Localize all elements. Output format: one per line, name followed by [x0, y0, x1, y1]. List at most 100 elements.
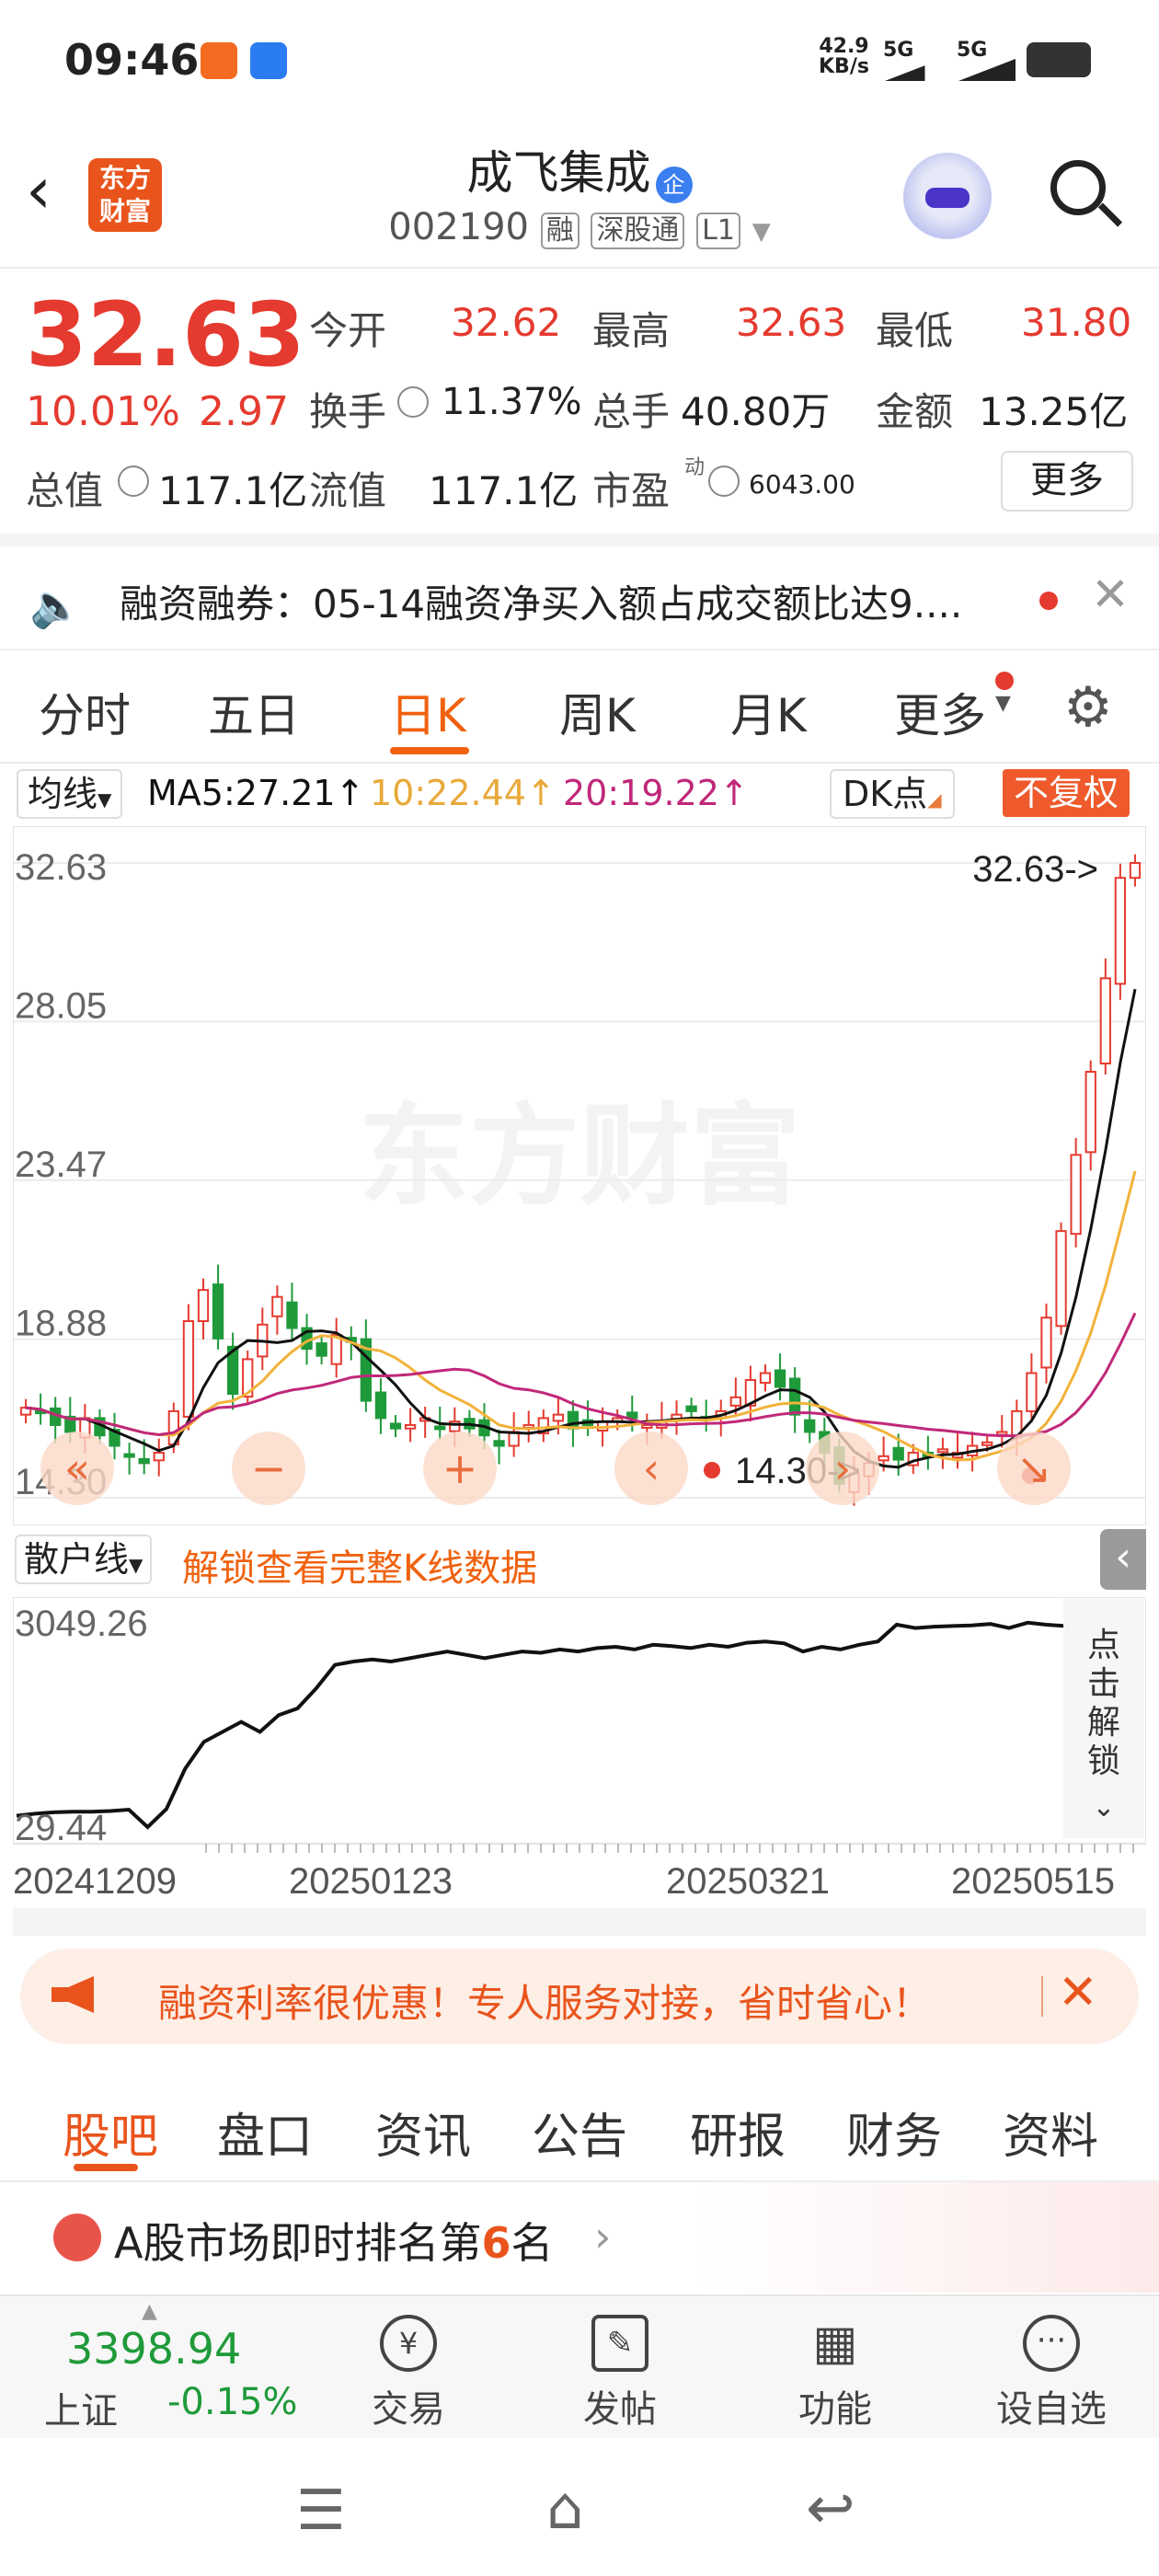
high-value: 32.63: [736, 300, 847, 345]
y-tick-label: 32.63: [15, 847, 107, 888]
collapse-left-icon[interactable]: ‹: [1100, 1529, 1146, 1590]
adjust-mode-button[interactable]: 不复权: [1003, 769, 1130, 817]
float-cap-label: 流值: [309, 468, 387, 513]
turnover-value: 11.37%: [442, 381, 582, 423]
candle-body: [1084, 1070, 1096, 1154]
date-label: 20241209: [13, 1861, 177, 1902]
quote-panel: 32.63 10.01% 2.97 今开 32.62 最高 32.63 最低 3…: [0, 267, 1159, 546]
index-change[interactable]: -0.15%: [167, 2381, 298, 2423]
candle-body: [493, 1440, 505, 1447]
add-watchlist-button[interactable]: ··· 设自选: [992, 2315, 1111, 2432]
grid-icon: ▦: [812, 2316, 858, 2371]
y-tick-label: 18.88: [15, 1304, 107, 1344]
indicator-select[interactable]: 散户线▼: [15, 1535, 153, 1584]
settings-icon[interactable]: ⚙: [1063, 675, 1113, 740]
candle-body: [197, 1289, 210, 1323]
low-marker-dot: [704, 1462, 720, 1478]
tab-5day[interactable]: 五日: [208, 679, 300, 745]
index-value[interactable]: 3398.94: [66, 2324, 241, 2374]
candle-body: [567, 1410, 580, 1430]
robot-assistant-icon[interactable]: [903, 153, 992, 241]
back-nav-icon[interactable]: ↩: [806, 2475, 855, 2543]
tab-guba[interactable]: 股吧: [63, 2098, 158, 2167]
info-icon[interactable]: [397, 386, 429, 418]
stock-code: 002190: [388, 206, 529, 248]
tab-announcements[interactable]: 公告: [532, 2098, 627, 2167]
zoom-in-button[interactable]: +: [423, 1432, 497, 1505]
pe-value: 6043.00: [749, 469, 855, 500]
svg-text:‹: ‹: [643, 1443, 660, 1493]
candle-body: [626, 1411, 638, 1420]
info-icon[interactable]: [118, 466, 149, 497]
sim2-label: 5G: [957, 39, 988, 62]
open-value: 32.62: [451, 300, 562, 345]
active-tab-indicator: [390, 747, 469, 754]
info-icon[interactable]: [708, 466, 740, 497]
tab-more[interactable]: 更多: [894, 679, 986, 745]
float-cap-value: 117.1亿: [429, 468, 579, 513]
divider: [1041, 1976, 1043, 2017]
tab-order-book[interactable]: 盘口: [217, 2098, 313, 2167]
candle-body: [389, 1422, 402, 1430]
candle-body: [123, 1453, 135, 1458]
tab-profile[interactable]: 资料: [1003, 2098, 1098, 2167]
y-tick-label: 28.05: [15, 985, 107, 1026]
badge-connect: 深股通: [591, 213, 685, 249]
candle-body: [138, 1457, 150, 1465]
ma-select[interactable]: 均线▼: [17, 769, 123, 819]
menu-icon[interactable]: ☰: [296, 2478, 346, 2543]
candle-body: [641, 1423, 653, 1429]
home-icon[interactable]: ⌂: [546, 2475, 584, 2543]
close-icon[interactable]: ✕: [1091, 568, 1130, 621]
scroll-left-fast-button[interactable]: «: [40, 1432, 114, 1505]
more-button[interactable]: 更多: [1001, 451, 1133, 512]
side-unlock-text: 点: [1087, 1627, 1120, 1664]
kline-chart[interactable]: 东方财富 32.6328.0523.4718.8814.3032.63->14.…: [13, 826, 1146, 1525]
candle-body: [1055, 1230, 1067, 1328]
kline-chart-area[interactable]: 东方财富 32.6328.0523.4718.8814.3032.63->14.…: [13, 826, 1146, 1525]
tab-weekly-k[interactable]: 周K: [559, 679, 636, 745]
tab-news[interactable]: 资讯: [375, 2098, 471, 2167]
index-name[interactable]: 上证: [44, 2381, 118, 2434]
bottom-toolbar: ▲ 3398.94 上证 -0.15% ¥ 交易 ✎ 发帖 ▦ 功能 ··· 设…: [0, 2294, 1159, 2440]
scroll-right-fast-button[interactable]: ↘: [997, 1432, 1071, 1505]
date-label: 20250321: [666, 1861, 830, 1902]
tab-monthly-k[interactable]: 月K: [730, 679, 807, 745]
y-tick-label: 23.47: [15, 1144, 107, 1185]
tab-finance[interactable]: 财务: [846, 2098, 942, 2167]
tab-intraday[interactable]: 分时: [39, 679, 131, 745]
close-icon[interactable]: ✕: [1058, 1965, 1098, 2020]
signal-icon: [885, 59, 942, 81]
candle-body: [212, 1283, 224, 1340]
more-dropdown-icon: ▼: [995, 692, 1011, 715]
candle-body: [759, 1372, 772, 1385]
zoom-out-button[interactable]: −: [232, 1432, 305, 1505]
candle-body: [892, 1446, 904, 1461]
margin-notice[interactable]: 🔈 融资融券：05-14融资净买入额占成交额比达9.... ✕: [0, 547, 1159, 650]
date-axis-band: [13, 1908, 1146, 1936]
tab-research[interactable]: 研报: [690, 2098, 786, 2167]
battery-icon: [1027, 42, 1091, 77]
tab-daily-k[interactable]: 日K: [390, 679, 466, 745]
candle-body: [804, 1419, 816, 1433]
retail-line-chart[interactable]: 3049.26 29.44 点击解锁 ⌄ 20241209 20250123 2025032…: [13, 1597, 1146, 1965]
watermark: 东方财富: [359, 1093, 800, 1221]
functions-button[interactable]: ▦ 功能: [780, 2315, 890, 2432]
dropdown-icon: ▼: [752, 218, 771, 246]
candle-body: [552, 1413, 565, 1422]
market-cap-value: 117.1亿: [158, 468, 308, 513]
high-label: 最高: [592, 308, 671, 353]
dropdown-icon: ▼: [98, 788, 112, 811]
ma20-value: 20:19.22↑: [563, 773, 749, 813]
scroll-right-button[interactable]: ›: [806, 1432, 879, 1505]
market-rank-row[interactable]: A股市场即时排名第6名 ›: [0, 2182, 1159, 2293]
scroll-left-button[interactable]: ‹: [614, 1432, 688, 1505]
trade-button[interactable]: ¥ 交易: [353, 2315, 464, 2432]
date-label: 20250123: [289, 1861, 453, 1902]
side-unlock-text: 解: [1087, 1704, 1120, 1742]
unlock-kline-link[interactable]: 解锁查看完整K线数据: [182, 1538, 537, 1592]
content-tabs: 股吧 盘口 资讯 公告 研报 财务 资料: [0, 2070, 1159, 2182]
app-notification-icon: [201, 42, 237, 79]
dk-point-button[interactable]: DK点◢: [830, 769, 955, 819]
post-button[interactable]: ✎ 发帖: [565, 2315, 675, 2432]
